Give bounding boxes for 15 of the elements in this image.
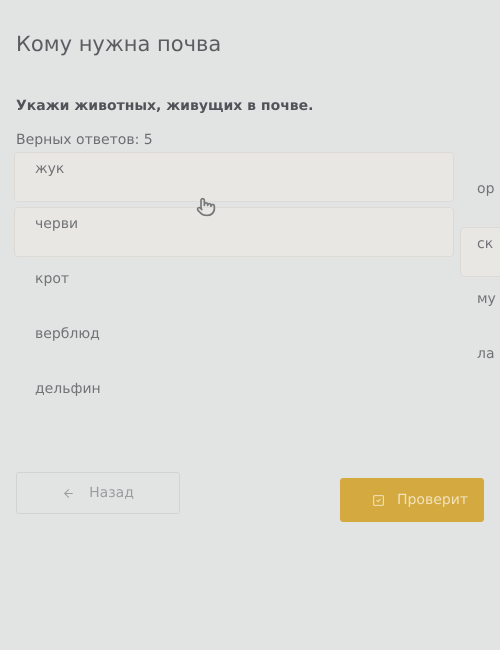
answer-option[interactable]: ор <box>460 172 500 222</box>
check-square-icon <box>372 494 385 506</box>
answer-option[interactable]: верблюд <box>14 317 454 367</box>
hand-cursor-icon <box>196 197 216 217</box>
answer-option[interactable]: крот <box>14 262 454 312</box>
answer-option[interactable]: дельфин <box>14 372 454 422</box>
arrow-left-icon <box>62 486 76 500</box>
answer-option[interactable]: ла <box>460 337 500 387</box>
question-text: Укажи животных, живущих в почве. <box>16 98 314 114</box>
answer-option[interactable]: ск <box>460 227 500 277</box>
answer-option[interactable]: жук <box>14 152 454 202</box>
page-title: Кому нужна почва <box>16 32 222 56</box>
answer-count: Верных ответов: 5 <box>16 132 154 148</box>
answer-option[interactable]: черви <box>14 207 454 257</box>
answer-option[interactable]: му <box>460 282 500 332</box>
